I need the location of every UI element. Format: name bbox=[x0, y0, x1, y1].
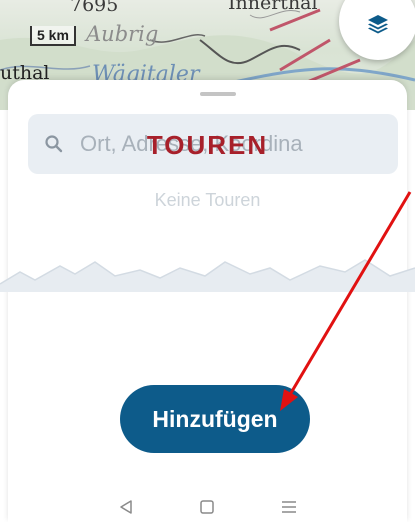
system-nav-bar bbox=[0, 492, 415, 522]
layers-icon bbox=[368, 15, 388, 34]
mountain-illustration bbox=[0, 259, 415, 292]
menu-nav-button[interactable] bbox=[274, 496, 304, 518]
map-label-aubrig: Aubrig bbox=[86, 22, 159, 46]
map-label-peak: 7695 bbox=[70, 0, 119, 16]
sheet-drag-handle[interactable] bbox=[200, 92, 236, 96]
home-icon bbox=[200, 500, 215, 514]
home-nav-button[interactable] bbox=[192, 496, 222, 518]
tours-title: TOUREN bbox=[146, 130, 269, 160]
add-tour-button[interactable]: Hinzufügen bbox=[120, 385, 310, 453]
map-label-innerthal: Innerthal bbox=[228, 0, 318, 14]
back-nav-button[interactable] bbox=[111, 496, 141, 518]
map-scale: 5 km bbox=[30, 26, 76, 46]
tours-empty-text: Keine Touren bbox=[154, 190, 261, 210]
menu-icon bbox=[282, 501, 297, 513]
screen: 7695 Innerthal Aubrig uthal Wägitaler 5 … bbox=[0, 0, 415, 522]
back-icon bbox=[120, 500, 132, 514]
